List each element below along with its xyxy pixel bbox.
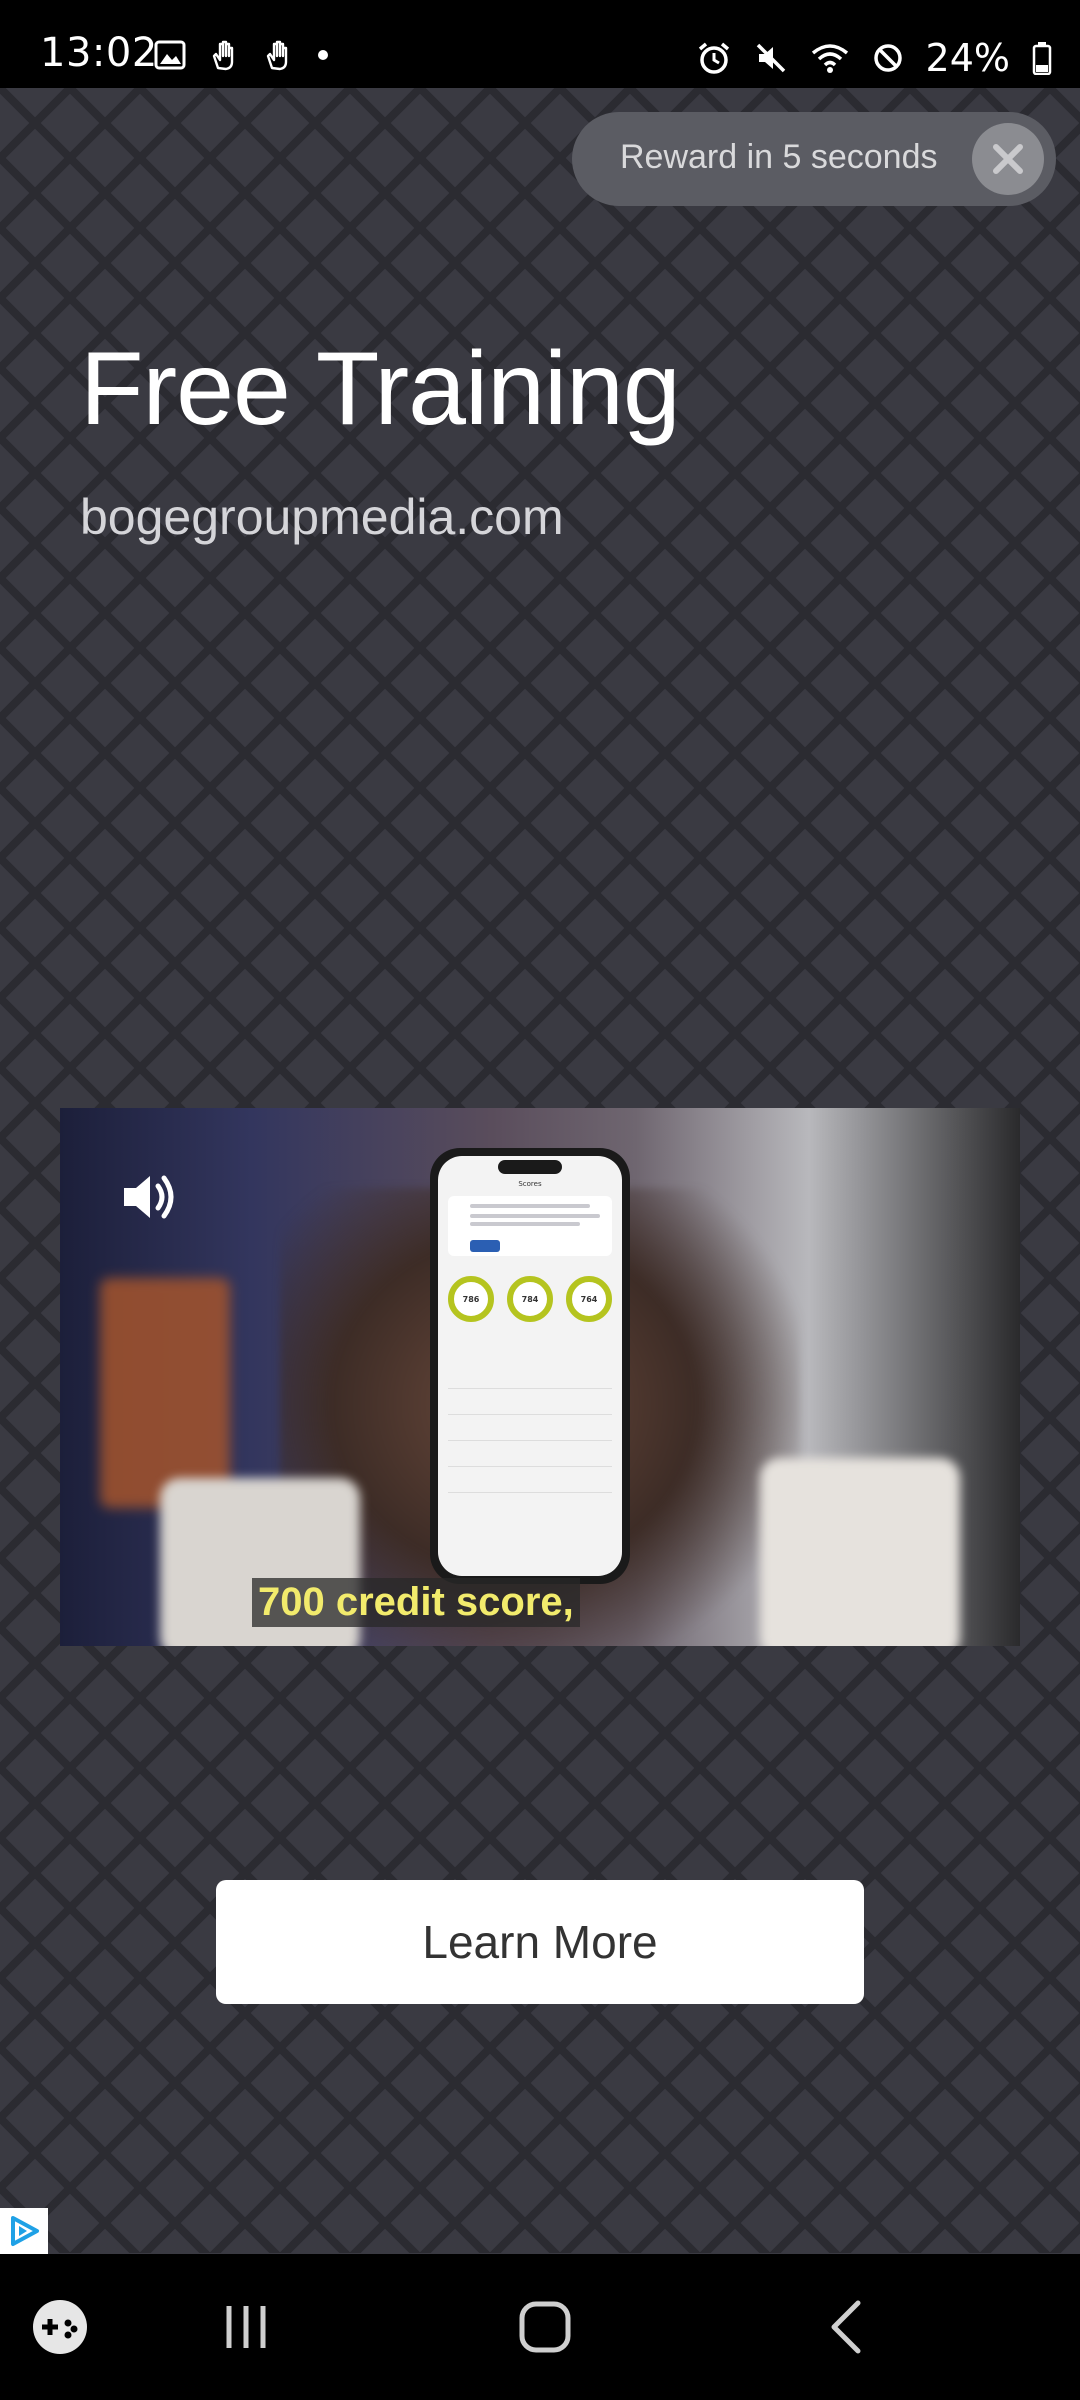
video-caption: 700 credit score, — [252, 1578, 580, 1627]
dot-icon — [318, 50, 328, 60]
home-button[interactable] — [510, 2294, 580, 2360]
ad-video[interactable]: Scores 786 784 764 700 credit score, — [60, 1108, 1020, 1646]
back-icon — [831, 2300, 861, 2354]
volume-button[interactable] — [118, 1166, 180, 1232]
phone-screen-title: Scores — [518, 1180, 542, 1188]
reward-countdown: Reward in 5 seconds — [572, 112, 1056, 206]
hand-icon — [212, 40, 234, 71]
recents-button[interactable] — [216, 2294, 276, 2360]
score-gauges: 786 784 764 — [448, 1276, 612, 1322]
image-icon — [154, 40, 186, 70]
battery-icon — [1032, 42, 1052, 75]
video-shirt — [760, 1458, 960, 1646]
status-bar: 13:02 24% — [0, 0, 1080, 88]
block-icon — [873, 44, 902, 72]
ad-domain: bogegroupmedia.com — [80, 489, 564, 545]
system-icons: 24% — [696, 36, 1052, 80]
score-gauge: 786 — [448, 1276, 494, 1322]
alarm-icon — [698, 42, 729, 74]
back-button[interactable] — [816, 2294, 876, 2360]
volume-icon — [124, 1175, 174, 1219]
card-line — [470, 1214, 600, 1218]
hand-icon — [266, 40, 288, 71]
mute-icon — [756, 43, 785, 73]
wifi-icon — [811, 44, 848, 73]
reward-text: Reward in 5 seconds — [620, 138, 938, 176]
card-update-button — [470, 1240, 500, 1252]
notification-icons — [154, 38, 330, 72]
game-icon — [33, 2300, 87, 2354]
card-line — [470, 1222, 580, 1226]
score-gauge: 764 — [566, 1276, 612, 1322]
phone-update-card — [448, 1196, 612, 1256]
game-launcher-button[interactable] — [30, 2294, 90, 2360]
status-time: 13:02 — [40, 30, 158, 76]
phone-notch — [498, 1160, 562, 1174]
list-row — [448, 1470, 612, 1493]
close-icon — [993, 144, 1023, 174]
phone-screen: Scores 786 784 764 — [438, 1156, 622, 1576]
list-row — [448, 1392, 612, 1415]
navigation-bar — [0, 2254, 1080, 2400]
ad-headline: Free Training — [80, 331, 681, 447]
score-gauge: 784 — [507, 1276, 553, 1322]
learn-more-button[interactable]: Learn More — [216, 1880, 864, 2004]
video-phone: Scores 786 784 764 — [430, 1148, 630, 1584]
ad-choices-icon — [11, 2216, 39, 2246]
recents-icon — [226, 2306, 266, 2348]
ad-choices-button[interactable] — [0, 2208, 48, 2254]
list-row — [448, 1418, 612, 1441]
battery-percent: 24% — [925, 36, 1010, 80]
video-background-lamp — [100, 1278, 230, 1508]
list-row — [448, 1366, 612, 1389]
close-button[interactable] — [972, 123, 1044, 195]
home-icon — [519, 2301, 571, 2353]
list-row — [448, 1444, 612, 1467]
card-line — [470, 1204, 590, 1208]
